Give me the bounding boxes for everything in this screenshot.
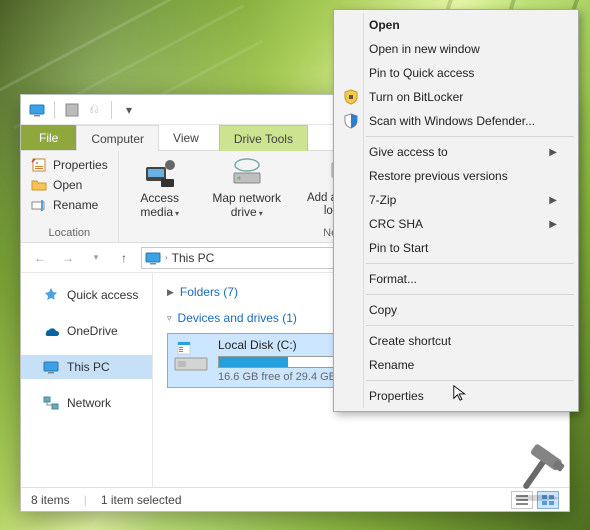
menu-restore-versions[interactable]: Restore previous versions — [337, 164, 575, 188]
properties-label: Properties — [53, 158, 108, 172]
group-devices-label: Devices and drives (1) — [178, 311, 297, 325]
network-drive-icon — [231, 157, 263, 189]
star-icon — [43, 287, 59, 303]
menu-pin-quick-access[interactable]: Pin to Quick access — [337, 61, 575, 85]
open-folder-icon — [31, 177, 47, 193]
submenu-arrow-icon: ▶ — [549, 219, 557, 230]
menu-copy[interactable]: Copy — [337, 298, 575, 322]
menu-7zip[interactable]: 7-Zip▶ — [337, 188, 575, 212]
submenu-arrow-icon: ▶ — [549, 147, 557, 158]
breadcrumb[interactable]: This PC — [172, 251, 215, 265]
sidebar-item-label: Quick access — [67, 288, 138, 302]
sidebar-item-label: This PC — [67, 360, 110, 374]
menu-create-shortcut[interactable]: Create shortcut — [337, 329, 575, 353]
menu-format[interactable]: Format... — [337, 267, 575, 291]
forward-button: → — [57, 247, 79, 269]
menu-crc-sha[interactable]: CRC SHA▶ — [337, 212, 575, 236]
drive-icon — [172, 338, 210, 376]
sidebar-item-label: Network — [67, 396, 111, 410]
menu-pin-start[interactable]: Pin to Start — [337, 236, 575, 260]
chevron-down-icon: ▿ — [167, 313, 172, 324]
menu-open[interactable]: Open — [337, 13, 575, 37]
save-icon[interactable] — [64, 102, 80, 118]
status-items: 8 items — [31, 493, 70, 507]
up-button[interactable]: ↑ — [113, 247, 135, 269]
navigation-pane: Quick access OneDrive This PC Network — [21, 273, 153, 487]
ribbon-group-location: Properties Open Rename Location — [21, 151, 119, 242]
sidebar-item-network[interactable]: Network — [21, 391, 152, 415]
access-media-button[interactable]: Access media▾ — [127, 155, 193, 220]
rename-button[interactable]: Rename — [29, 195, 100, 215]
sidebar-item-quick-access[interactable]: Quick access — [21, 283, 152, 307]
pc-icon — [145, 250, 161, 266]
rename-icon — [31, 197, 47, 213]
quick-access-toolbar: ⎌ ▾ — [21, 101, 145, 119]
menu-defender[interactable]: Scan with Windows Defender... — [337, 109, 575, 133]
map-network-drive-button[interactable]: Map network drive▾ — [207, 155, 287, 220]
recent-locations-button[interactable]: ▾ — [85, 247, 107, 269]
undo-icon[interactable]: ⎌ — [86, 102, 102, 118]
sidebar-item-this-pc[interactable]: This PC — [21, 355, 152, 379]
properties-icon — [31, 157, 47, 173]
sidebar-item-label: OneDrive — [67, 324, 118, 338]
status-bar: 8 items | 1 item selected — [21, 487, 569, 511]
pc-icon — [43, 359, 59, 375]
tab-drive-tools[interactable]: Drive Tools — [219, 125, 308, 151]
tab-view[interactable]: View — [159, 125, 213, 150]
menu-properties[interactable]: Properties — [337, 384, 575, 408]
group-folders-label: Folders (7) — [180, 285, 238, 299]
menu-open-new-window[interactable]: Open in new window — [337, 37, 575, 61]
customize-qat-icon[interactable]: ▾ — [121, 102, 137, 118]
onedrive-icon — [43, 323, 59, 339]
status-selected: 1 item selected — [101, 493, 182, 507]
media-icon — [144, 157, 176, 189]
open-label: Open — [53, 178, 82, 192]
menu-bitlocker[interactable]: Turn on BitLocker — [337, 85, 575, 109]
back-button[interactable]: ← — [29, 247, 51, 269]
rename-label: Rename — [53, 198, 98, 212]
sidebar-item-onedrive[interactable]: OneDrive — [21, 319, 152, 343]
access-media-label: Access media▾ — [127, 192, 193, 220]
shield-icon — [343, 89, 359, 105]
menu-rename[interactable]: Rename — [337, 353, 575, 377]
properties-button[interactable]: Properties — [29, 155, 110, 175]
open-button[interactable]: Open — [29, 175, 84, 195]
menu-give-access[interactable]: Give access to▶ — [337, 140, 575, 164]
pc-icon — [29, 102, 45, 118]
defender-icon — [343, 113, 359, 129]
tab-file[interactable]: File — [21, 125, 76, 150]
hammer-watermark — [506, 442, 566, 502]
map-network-drive-label: Map network drive▾ — [207, 192, 287, 220]
chevron-right-icon: ▶ — [167, 287, 174, 298]
ribbon-group-location-label: Location — [29, 227, 110, 242]
tab-computer[interactable]: Computer — [76, 125, 159, 151]
context-menu: Open Open in new window Pin to Quick acc… — [333, 9, 579, 412]
submenu-arrow-icon: ▶ — [549, 195, 557, 206]
network-icon — [43, 395, 59, 411]
